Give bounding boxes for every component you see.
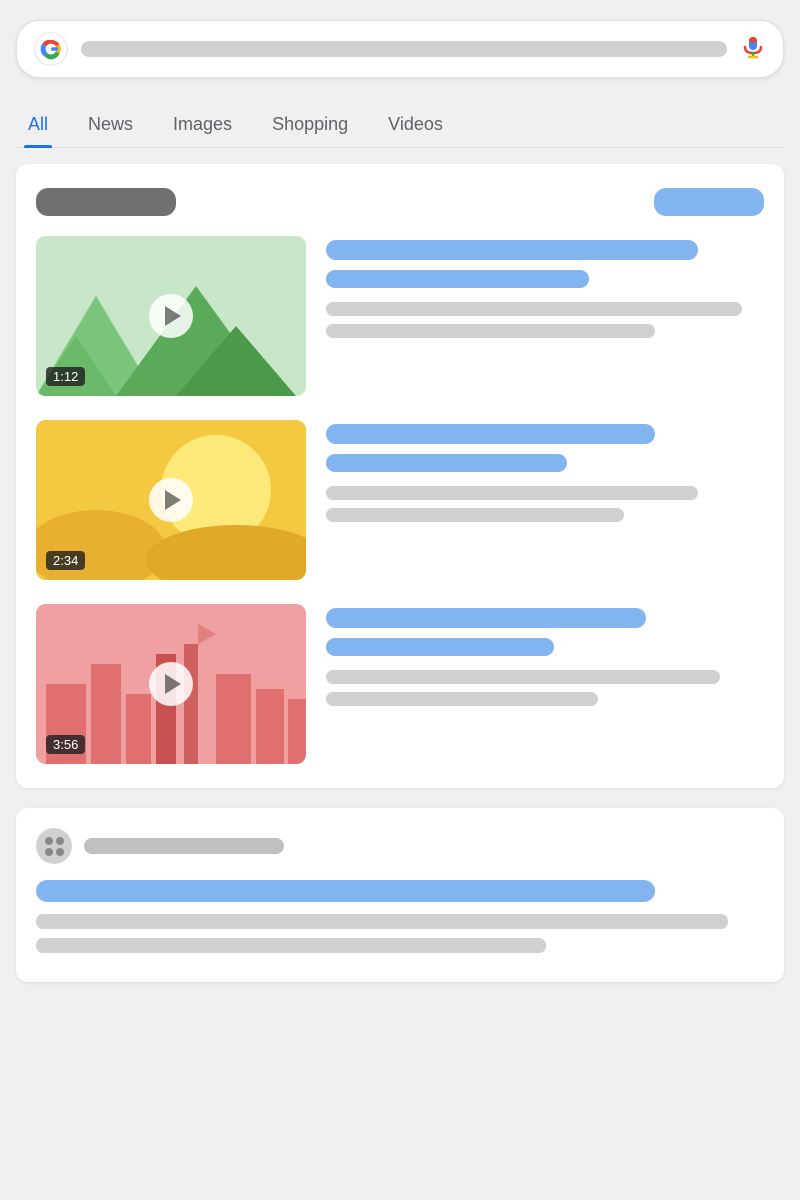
mic-icon[interactable]	[739, 33, 767, 66]
source-dot-1	[45, 837, 53, 845]
tab-all[interactable]: All	[24, 102, 52, 147]
source-dot-2	[56, 837, 64, 845]
page-wrapper: All News Images Shopping Videos	[0, 0, 800, 1002]
play-button-1[interactable]	[149, 294, 193, 338]
second-result-card	[16, 808, 784, 982]
video-thumbnail-2[interactable]: 2:34	[36, 420, 306, 580]
result-desc-1	[36, 914, 728, 929]
card-action[interactable]	[654, 188, 764, 216]
video-desc-bar-2a	[326, 486, 698, 500]
video-title-bar-3	[326, 608, 646, 628]
play-triangle-2	[165, 490, 181, 510]
play-triangle-3	[165, 674, 181, 694]
video-desc-bar-2b	[326, 508, 624, 522]
video-subtitle-bar-1	[326, 270, 589, 288]
result-desc-2	[36, 938, 546, 953]
play-button-2[interactable]	[149, 478, 193, 522]
card-header	[36, 188, 764, 216]
search-input[interactable]	[81, 41, 727, 57]
video-thumbnail-3[interactable]: 3:56	[36, 604, 306, 764]
source-dot-4	[56, 848, 64, 856]
video-subtitle-bar-3	[326, 638, 554, 656]
video-item-2[interactable]: 2:34	[36, 420, 764, 580]
play-triangle-1	[165, 306, 181, 326]
result-title[interactable]	[36, 880, 655, 902]
video-desc-bar-3b	[326, 692, 598, 706]
video-title-bar-2	[326, 424, 655, 444]
tab-shopping[interactable]: Shopping	[268, 102, 352, 147]
video-title-bar-1	[326, 240, 698, 260]
source-row	[36, 828, 764, 864]
video-thumbnail-1[interactable]: 1:12	[36, 236, 306, 396]
source-favicon	[36, 828, 72, 864]
video-subtitle-bar-2	[326, 454, 567, 472]
video-desc-bar-1b	[326, 324, 655, 338]
tabs-container: All News Images Shopping Videos	[16, 102, 784, 148]
video-info-1	[326, 236, 764, 346]
duration-badge-1: 1:12	[46, 367, 85, 386]
duration-badge-3: 3:56	[46, 735, 85, 754]
source-name	[84, 838, 284, 854]
video-desc-bar-3a	[326, 670, 720, 684]
video-desc-bar-1a	[326, 302, 742, 316]
tab-images[interactable]: Images	[169, 102, 236, 147]
video-item-3[interactable]: 3:56	[36, 604, 764, 764]
search-bar[interactable]	[16, 20, 784, 78]
video-info-3	[326, 604, 764, 714]
tab-videos[interactable]: Videos	[384, 102, 447, 147]
google-logo	[33, 31, 69, 67]
card-label	[36, 188, 176, 216]
source-dot-3	[45, 848, 53, 856]
video-results-card: 1:12	[16, 164, 784, 788]
source-dots-grid	[45, 837, 64, 856]
play-button-3[interactable]	[149, 662, 193, 706]
duration-badge-2: 2:34	[46, 551, 85, 570]
video-info-2	[326, 420, 764, 530]
video-item-1[interactable]: 1:12	[36, 236, 764, 396]
tab-news[interactable]: News	[84, 102, 137, 147]
